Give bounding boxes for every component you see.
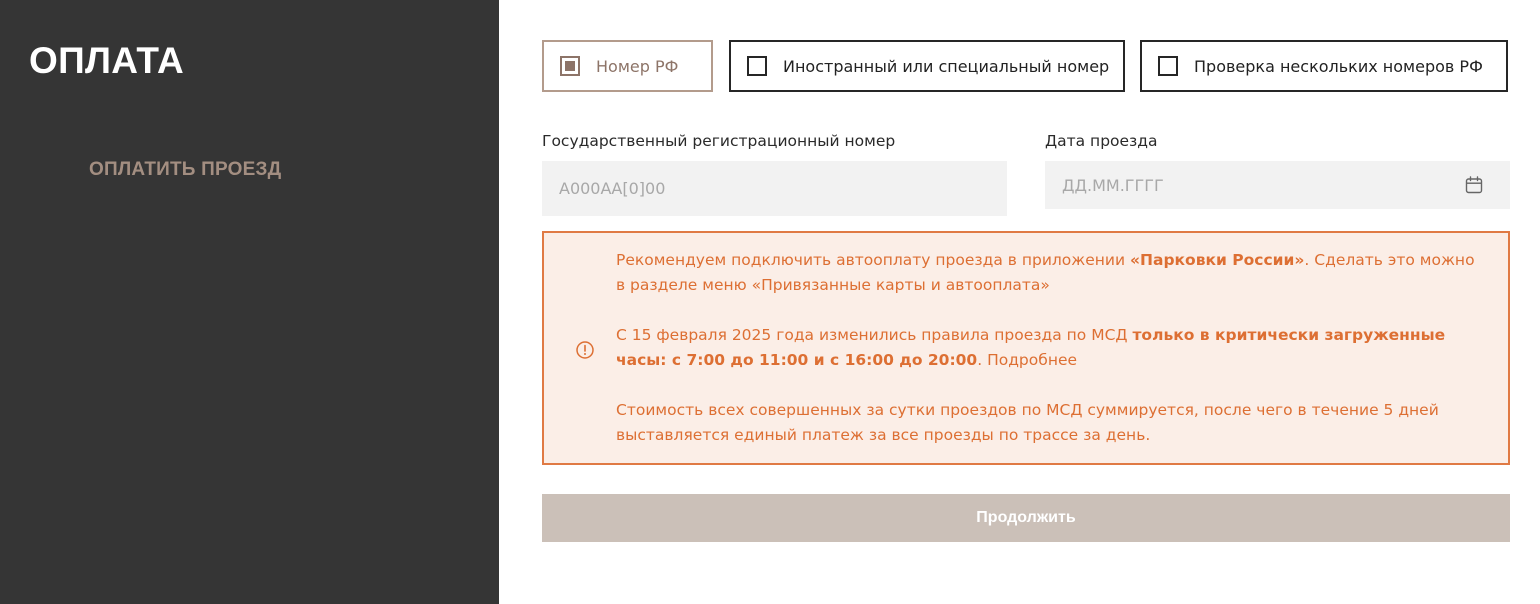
sidebar: ОПЛАТА ОПЛАТИТЬ ПРОЕЗД: [0, 0, 499, 604]
tab-label: Проверка нескольких номеров РФ: [1194, 56, 1483, 76]
notice-paragraph-autopay: Рекомендуем подключить автооплату проезд…: [616, 251, 1475, 294]
notice-paragraph-rules: С 15 февраля 2025 года изменились правил…: [616, 326, 1446, 369]
notice-text: Рекомендуем подключить автооплату проезд…: [616, 248, 1484, 448]
payment-form: Номер РФ Иностранный или специальный ном…: [499, 0, 1540, 604]
tab-multiple-plates[interactable]: Проверка нескольких номеров РФ: [1140, 40, 1508, 92]
sidebar-item-pay-trip[interactable]: ОПЛАТИТЬ ПРОЕЗД: [89, 159, 281, 181]
calendar-icon[interactable]: [1464, 175, 1484, 195]
continue-button[interactable]: Продолжить: [542, 494, 1510, 542]
checkbox-icon[interactable]: [1158, 56, 1178, 76]
tab-foreign-plate[interactable]: Иностранный или специальный номер: [729, 40, 1125, 92]
alert-circle-icon: [576, 341, 594, 359]
checkbox-icon[interactable]: [747, 56, 767, 76]
date-field-label: Дата проезда: [1045, 132, 1158, 150]
checkbox-checked-icon[interactable]: [560, 56, 580, 76]
notice-paragraph-cost: Стоимость всех совершенных за сутки прое…: [616, 401, 1439, 444]
more-info-link[interactable]: Подробнее: [987, 351, 1077, 369]
plate-field-label: Государственный регистрационный номер: [542, 132, 896, 150]
info-notice: Рекомендуем подключить автооплату проезд…: [542, 231, 1510, 465]
date-input[interactable]: ДД.ММ.ГГГГ: [1045, 161, 1510, 209]
page-title: ОПЛАТА: [29, 40, 185, 81]
tab-label: Номер РФ: [596, 56, 679, 76]
plate-input[interactable]: А000АА[0]00: [542, 161, 1007, 216]
tab-russian-plate[interactable]: Номер РФ: [542, 40, 713, 92]
date-placeholder: ДД.ММ.ГГГГ: [1062, 175, 1164, 195]
tab-label: Иностранный или специальный номер: [783, 56, 1110, 76]
plate-placeholder: А000АА[0]00: [559, 179, 666, 198]
